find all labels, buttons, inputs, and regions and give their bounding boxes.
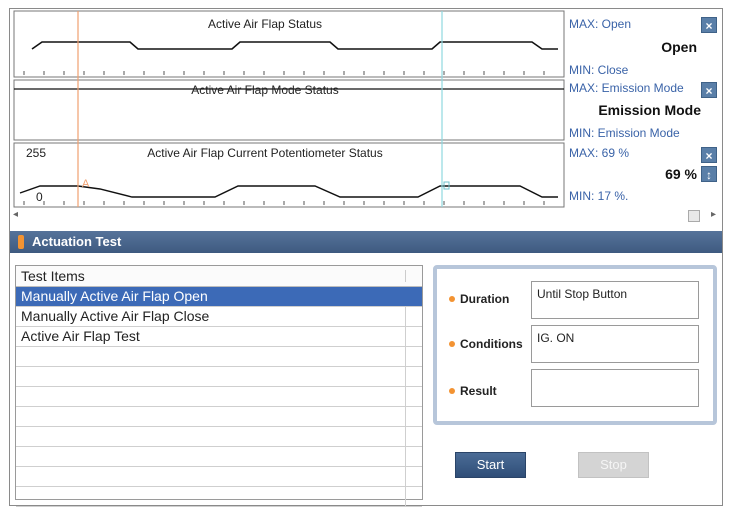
column-separator — [405, 467, 406, 487]
graph-panel-2-current: Emission Mode — [598, 102, 701, 118]
column-separator — [405, 447, 406, 467]
graph-panel-2-min: MIN: Emission Mode — [569, 126, 680, 140]
result-field — [531, 369, 699, 407]
graph-panel-3-sidebar: MAX: 69 % 69 % MIN: 17 %. × ↕ — [567, 143, 723, 207]
section-marker-icon — [18, 235, 24, 249]
test-details-panel: Duration Until Stop Button Conditions IG… — [433, 265, 717, 425]
stop-button[interactable]: Stop — [578, 452, 649, 478]
list-item[interactable]: Active Air Flap Test — [16, 327, 422, 347]
list-item[interactable] — [16, 387, 422, 407]
graph-panel-1-ticks — [23, 71, 545, 75]
main-window: Active Air Flap Status Active Air Flap M… — [9, 8, 723, 507]
list-item[interactable]: Manually Active Air Flap Open — [16, 287, 422, 307]
graph-scrollbar[interactable]: ◂ ▸ — [10, 209, 722, 223]
graph-panel-2-sidebar: MAX: Emission Mode Emission Mode MIN: Em… — [567, 80, 723, 140]
list-item[interactable] — [16, 467, 422, 487]
bullet-icon — [449, 340, 455, 347]
graph-panel-1-sidebar: MAX: Open Open MIN: Close × — [567, 11, 723, 77]
graph-panel-3-ticks — [23, 201, 545, 205]
list-item[interactable] — [16, 427, 422, 447]
graph-panel-3-max: MAX: 69 % — [569, 146, 630, 160]
graph-panel-2-max: MAX: Emission Mode — [569, 81, 684, 95]
column-separator — [405, 307, 406, 327]
conditions-label-text: Conditions — [460, 337, 523, 351]
conditions-field: IG. ON — [531, 325, 699, 363]
graph-panel-3-axis-min: 0 — [36, 190, 43, 204]
column-separator — [405, 347, 406, 367]
bullet-icon — [449, 295, 455, 302]
column-separator — [405, 367, 406, 387]
list-item[interactable] — [16, 447, 422, 467]
scroll-left-icon[interactable]: ◂ — [13, 209, 18, 220]
list-item-label: Manually Active Air Flap Open — [21, 288, 208, 304]
cursor-a-label: A — [82, 178, 90, 190]
column-separator — [405, 427, 406, 447]
scroll-right-icon[interactable]: ▸ — [711, 209, 716, 220]
graph-panel-3-close-icon[interactable]: × — [701, 147, 717, 163]
conditions-label: Conditions — [449, 337, 523, 351]
list-item[interactable] — [16, 487, 422, 507]
result-label: Result — [449, 384, 497, 398]
graph-panel-3-current: 69 % — [665, 166, 697, 182]
graph-panel-2-close-icon[interactable]: × — [701, 82, 717, 98]
list-item[interactable] — [16, 367, 422, 387]
list-item[interactable] — [16, 347, 422, 367]
graph-panel-3-scale-icon[interactable]: ↕ — [701, 166, 717, 182]
list-item[interactable] — [16, 407, 422, 427]
start-button[interactable]: Start — [455, 452, 526, 478]
graph-panel-3-axis-max: 255 — [26, 146, 47, 160]
column-separator — [405, 407, 406, 427]
section-title: Actuation Test — [32, 234, 122, 249]
actuation-test-header: Actuation Test — [10, 231, 722, 253]
graph-panel-2-title: Active Air Flap Mode Status — [191, 83, 339, 97]
graph-panel-3-signal — [19, 185, 558, 198]
list-item-label: Manually Active Air Flap Close — [21, 308, 210, 324]
graph-panel-1-current: Open — [661, 39, 697, 55]
list-item[interactable]: Manually Active Air Flap Close — [16, 307, 422, 327]
graph-panel-1-close-icon[interactable]: × — [701, 17, 717, 33]
graph-panel-1-min: MIN: Close — [569, 63, 629, 77]
bullet-icon — [449, 387, 455, 394]
duration-label: Duration — [449, 292, 509, 306]
graph-area: Active Air Flap Status Active Air Flap M… — [10, 9, 722, 227]
test-items-list[interactable]: Test Items Manually Active Air Flap Open… — [15, 265, 423, 507]
test-items-rows: Manually Active Air Flap Open Manually Ac… — [16, 287, 422, 507]
list-item-label: Active Air Flap Test — [21, 328, 140, 344]
graph-panel-3-min: MIN: 17 %. — [569, 189, 629, 203]
result-label-text: Result — [460, 384, 497, 398]
graph-panel-1-max: MAX: Open — [569, 17, 632, 31]
duration-field: Until Stop Button — [531, 281, 699, 319]
column-separator — [405, 387, 406, 407]
duration-label-text: Duration — [460, 292, 510, 306]
graph-panel-3-title: Active Air Flap Current Potentiometer St… — [147, 146, 383, 160]
column-separator — [405, 327, 406, 347]
test-items-header-label: Test Items — [21, 268, 85, 284]
scroll-thumb[interactable] — [688, 210, 700, 222]
column-separator — [405, 270, 406, 282]
column-separator — [405, 487, 406, 507]
graph-panel-1-title: Active Air Flap Status — [207, 17, 323, 31]
test-items-header: Test Items — [16, 266, 422, 287]
graph-panel-1-signal — [31, 41, 558, 50]
